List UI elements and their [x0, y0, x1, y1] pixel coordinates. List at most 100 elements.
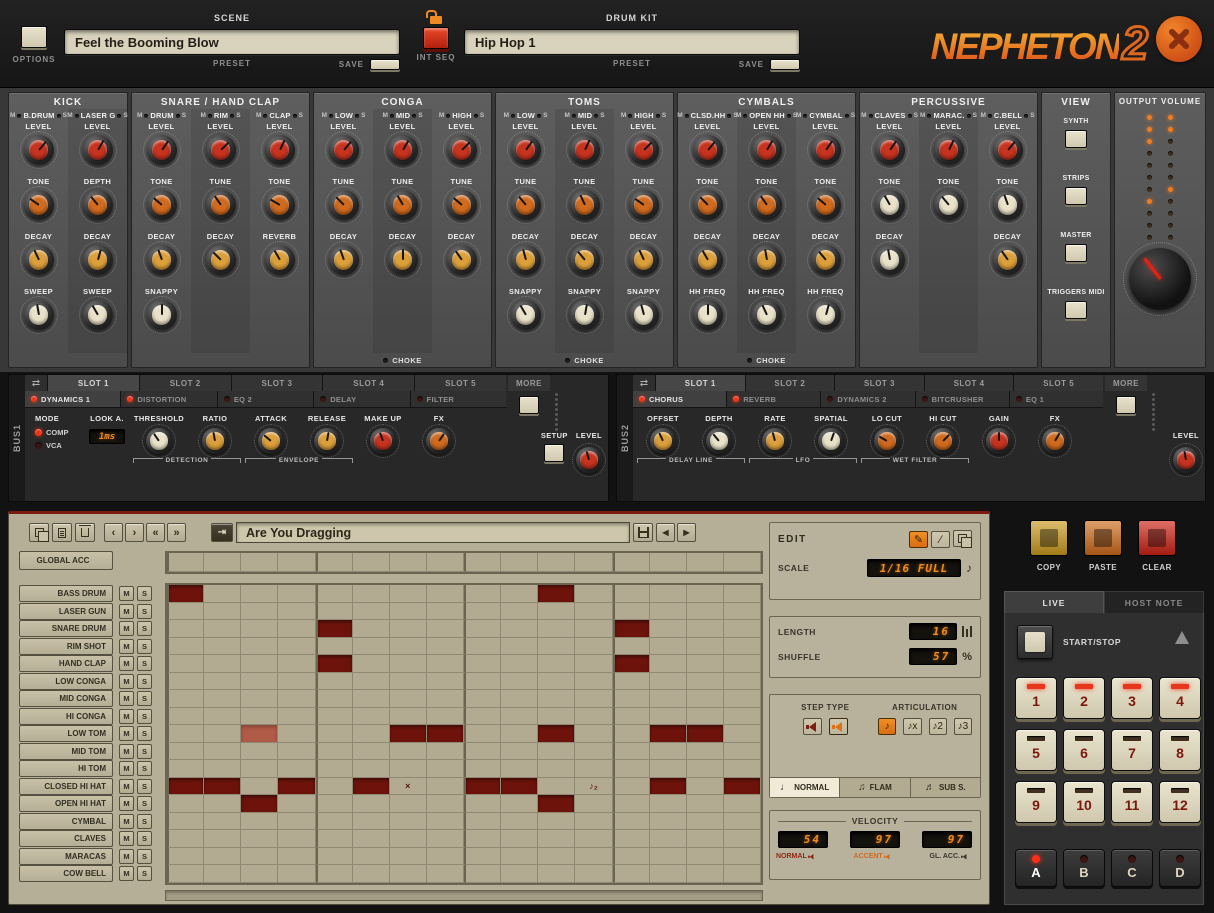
step-cell[interactable] [464, 778, 501, 796]
knob-hh-freq[interactable] [811, 300, 841, 330]
step-cell[interactable] [353, 743, 390, 761]
mute-button[interactable]: M [119, 831, 134, 846]
step-cell[interactable] [241, 673, 278, 691]
line-tool-button[interactable]: ∕ [931, 531, 950, 548]
effect-tab-dynamics-1[interactable]: DYNAMICS 1 [25, 391, 120, 407]
step-cell[interactable] [687, 760, 724, 778]
step-cell[interactable] [316, 673, 353, 691]
knob-decay[interactable] [206, 245, 236, 275]
step-cell[interactable] [575, 638, 612, 656]
step-cell[interactable] [278, 848, 315, 866]
step-cell[interactable] [241, 655, 278, 673]
tab-host-note[interactable]: HOST NOTE [1104, 591, 1204, 613]
last-pattern-button[interactable]: » [167, 523, 186, 542]
slot-tab-5[interactable]: SLOT 5 [1014, 375, 1103, 391]
step-cell[interactable] [204, 690, 241, 708]
track-low-conga-button[interactable]: LOW CONGA [19, 673, 113, 690]
step-cell[interactable] [427, 795, 464, 813]
step-cell[interactable] [167, 743, 204, 761]
slot-tab-1[interactable]: SLOT 1 [48, 375, 139, 391]
mute-button[interactable]: M [119, 814, 134, 829]
knob-hi-cut[interactable] [930, 428, 956, 454]
step-cell[interactable] [724, 553, 761, 572]
step-cell[interactable] [167, 690, 204, 708]
knob-snappy[interactable] [629, 300, 659, 330]
step-cell[interactable] [278, 585, 315, 603]
slot-tab-4[interactable]: SLOT 4 [323, 375, 414, 391]
step-cell[interactable] [575, 690, 612, 708]
slot-tab-3[interactable]: SLOT 3 [835, 375, 924, 391]
knob-sweep[interactable] [24, 300, 54, 330]
pattern-8-button[interactable]: 8 [1159, 729, 1201, 771]
knob-depth[interactable] [83, 190, 113, 220]
step-cell[interactable] [390, 725, 427, 743]
step-cell[interactable] [278, 725, 315, 743]
step-cell[interactable] [316, 830, 353, 848]
lock-icon[interactable] [430, 16, 442, 24]
step-cell[interactable] [278, 708, 315, 726]
step-cell[interactable] [650, 620, 687, 638]
step-cell[interactable] [167, 830, 204, 848]
step-cell[interactable] [353, 638, 390, 656]
step-cell[interactable] [724, 778, 761, 796]
step-cell[interactable] [613, 865, 650, 883]
step-cell[interactable] [724, 603, 761, 621]
knob-lo-cut[interactable] [874, 428, 900, 454]
step-cell[interactable] [538, 638, 575, 656]
step-cell[interactable] [613, 690, 650, 708]
step-cell[interactable] [687, 585, 724, 603]
step-cell[interactable] [501, 813, 538, 831]
effect-tab-eq-2[interactable]: EQ 2 [218, 391, 313, 407]
knob-tune[interactable] [388, 190, 418, 220]
step-cell[interactable] [427, 690, 464, 708]
step-cell[interactable] [353, 778, 390, 796]
step-cell[interactable] [538, 743, 575, 761]
step-cell[interactable] [501, 553, 538, 572]
effect-tab-bitcrusher[interactable]: BITCRUSHER [916, 391, 1009, 407]
step-cell[interactable] [650, 795, 687, 813]
step-cell[interactable] [241, 725, 278, 743]
step-cell[interactable] [613, 743, 650, 761]
step-cell[interactable] [353, 848, 390, 866]
copy-page-button[interactable] [52, 523, 72, 542]
step-cell[interactable] [390, 585, 427, 603]
start-stop-button[interactable] [1017, 625, 1053, 659]
step-cell[interactable] [724, 585, 761, 603]
length-display[interactable]: 16 [909, 623, 957, 640]
step-cell[interactable] [575, 620, 612, 638]
solo-button[interactable]: S [137, 604, 152, 619]
step-cell[interactable] [241, 865, 278, 883]
step-cell[interactable] [687, 830, 724, 848]
track-hi-tom-button[interactable]: HI TOM [19, 760, 113, 777]
step-cell[interactable] [278, 553, 315, 572]
more-button[interactable] [1116, 396, 1136, 414]
step-cell[interactable] [575, 655, 612, 673]
pattern-2-button[interactable]: 2 [1063, 677, 1105, 719]
step-cell[interactable] [278, 865, 315, 883]
velocity-gl-acc-display[interactable]: 97 [922, 831, 972, 848]
knob-attack[interactable] [258, 428, 284, 454]
knob-level[interactable] [206, 135, 236, 165]
mute-button[interactable]: M [119, 761, 134, 776]
step-cell[interactable] [501, 725, 538, 743]
step-cell[interactable] [724, 795, 761, 813]
step-type-loud-button[interactable] [829, 718, 848, 735]
solo-button[interactable]: S [137, 866, 152, 881]
step-cell[interactable] [353, 795, 390, 813]
step-cell[interactable] [724, 620, 761, 638]
step-cell[interactable] [650, 655, 687, 673]
view-master-button[interactable] [1065, 244, 1087, 262]
step-cell[interactable] [501, 655, 538, 673]
step-cell[interactable] [501, 760, 538, 778]
step-cell[interactable] [427, 830, 464, 848]
pattern-5-button[interactable]: 5 [1015, 729, 1057, 771]
step-cell[interactable] [390, 690, 427, 708]
step-cell[interactable] [167, 655, 204, 673]
pattern-10-button[interactable]: 10 [1063, 781, 1105, 823]
mute-button[interactable]: M [119, 796, 134, 811]
knob-decay[interactable] [875, 245, 905, 275]
step-cell[interactable] [316, 865, 353, 883]
step-cell[interactable] [501, 673, 538, 691]
step-cell[interactable] [390, 708, 427, 726]
step-cell[interactable] [613, 848, 650, 866]
